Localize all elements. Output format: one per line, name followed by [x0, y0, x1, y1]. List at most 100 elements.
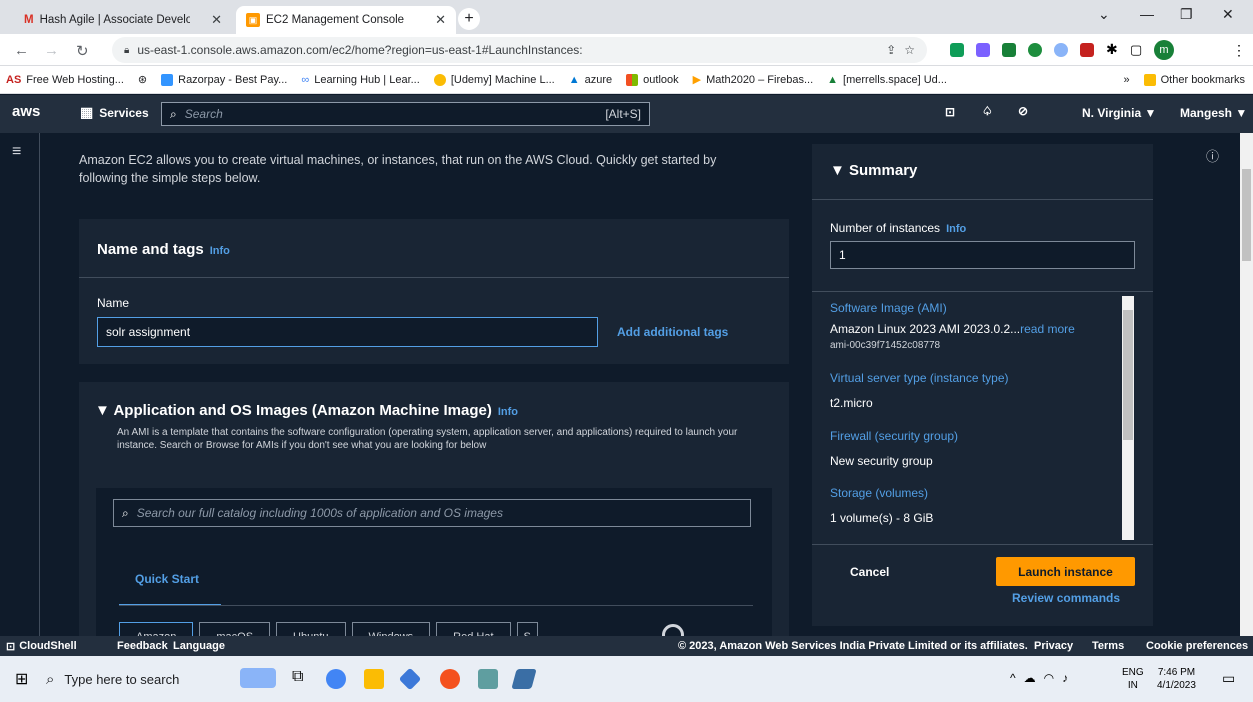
forward-icon[interactable]: → [44, 42, 59, 59]
cloudshell-icon[interactable]: ⊡ [945, 105, 955, 119]
taskbar-search[interactable]: ⌕ Type here to search [46, 663, 226, 695]
scrollbar-thumb[interactable] [1242, 169, 1251, 261]
bookmark[interactable]: ▲ azure [569, 74, 612, 86]
menu-icon[interactable]: ⋮ [1232, 42, 1246, 59]
ami-summary-label[interactable]: Software Image (AMI) [830, 301, 947, 315]
star-icon[interactable]: ☆ [904, 43, 915, 57]
weather-icon[interactable] [240, 668, 276, 688]
onedrive-icon[interactable]: ☁︎ [1024, 671, 1036, 685]
back-icon[interactable]: ← [14, 42, 29, 59]
info-link[interactable]: Info [498, 406, 518, 418]
summary-scrollbar[interactable] [1122, 296, 1134, 540]
app-icon[interactable] [398, 667, 422, 691]
system-tray: ^ ☁︎ ◠ ♪ [1010, 671, 1068, 685]
profile-avatar[interactable]: m [1154, 40, 1174, 60]
bookmark[interactable]: ▶ Math2020 – Firebas... [693, 73, 813, 87]
num-instances-input[interactable]: 1 [830, 241, 1135, 269]
hamburger-icon[interactable]: ≡ [12, 143, 21, 161]
bookmark[interactable]: AS Free Web Hosting... [6, 74, 124, 86]
bookmark[interactable]: outlook [626, 73, 679, 86]
name-input[interactable]: solr assignment [97, 317, 598, 347]
language-indicator[interactable]: ENG IN [1122, 666, 1144, 692]
other-bookmarks[interactable]: Other bookmarks [1143, 73, 1245, 86]
review-commands-link[interactable]: Review commands [1012, 591, 1120, 605]
feedback-link[interactable]: Feedback [117, 640, 168, 652]
clock[interactable]: 7:46 PM 4/1/2023 [1157, 666, 1196, 692]
os-tab-macos[interactable]: macOS [199, 622, 271, 636]
extension-icon[interactable] [1002, 43, 1016, 57]
cloudshell-link[interactable]: ⊡ CloudShell [6, 640, 77, 653]
tab-quick-start[interactable]: Quick Start [135, 572, 199, 586]
sidepanel-icon[interactable]: ▢ [1130, 42, 1142, 58]
grid-icon: ▦ [80, 104, 94, 120]
extension-icon[interactable] [1080, 43, 1094, 57]
tab-hash-agile[interactable]: M Hash Agile | Associate Developm ✕ [14, 6, 232, 34]
minimize-icon[interactable]: — [1140, 6, 1154, 22]
summary-header[interactable]: ▼ Summary [830, 162, 917, 179]
close-icon[interactable]: ✕ [435, 12, 446, 28]
volume-icon[interactable]: ♪ [1062, 671, 1068, 685]
os-tab-redhat[interactable]: Red Hat [436, 622, 511, 636]
terms-link[interactable]: Terms [1092, 640, 1124, 652]
instance-type-label[interactable]: Virtual server type (instance type) [830, 371, 1009, 385]
region-selector[interactable]: N. Virginia ▼ [1082, 106, 1156, 120]
os-tab-more[interactable]: S [516, 622, 538, 636]
help-icon[interactable]: ⊘ [1018, 104, 1028, 118]
chevron-up-icon[interactable]: ^ [1010, 671, 1016, 685]
reload-icon[interactable]: ↻ [76, 42, 89, 60]
scrollbar-thumb[interactable] [1123, 310, 1133, 440]
extension-icon[interactable] [976, 43, 990, 57]
tab-search-icon[interactable]: ⌄ [1098, 6, 1110, 23]
firewall-label[interactable]: Firewall (security group) [830, 429, 958, 443]
task-view-icon[interactable]: ⧉ [292, 668, 303, 686]
puzzle-icon[interactable]: ✱ [1106, 41, 1118, 58]
aws-search-input[interactable]: ⌕ Search [Alt+S] [161, 102, 650, 126]
extension-icon[interactable] [1028, 43, 1042, 57]
bookmark[interactable]: ⊛ [138, 73, 147, 86]
read-more-link[interactable]: read more [1020, 322, 1075, 336]
privacy-link[interactable]: Privacy [1034, 640, 1073, 652]
bookmark[interactable]: [Udemy] Machine L... [433, 73, 555, 86]
bookmark[interactable]: ▲ [merrells.space] Ud... [827, 74, 947, 86]
launch-instance-button[interactable]: Launch instance [996, 557, 1135, 586]
os-tab-windows[interactable]: Windows [351, 622, 431, 636]
storage-label[interactable]: Storage (volumes) [830, 486, 928, 500]
bookmark[interactable]: ∞ Learning Hub | Lear... [301, 74, 419, 86]
ami-summary-value: Amazon Linux 2023 AMI 2023.0.2...read mo… [830, 322, 1075, 336]
os-tab-amazon[interactable]: Amazon [119, 622, 194, 636]
close-icon[interactable]: ✕ [211, 12, 222, 28]
extension-icon[interactable] [1054, 43, 1068, 57]
tab-ec2-console[interactable]: ▣ EC2 Management Console ✕ [236, 6, 456, 34]
network-icon[interactable]: ◠ [1044, 671, 1054, 685]
windows-start-icon[interactable]: ⊞ [15, 669, 28, 689]
aws-logo[interactable]: aws [12, 103, 40, 120]
share-icon[interactable]: ⇪ [886, 43, 896, 57]
app-icon[interactable] [478, 669, 498, 689]
restore-icon[interactable]: ❐ [1180, 6, 1193, 23]
file-explorer-icon[interactable] [364, 669, 384, 689]
add-tags-link[interactable]: Add additional tags [617, 325, 728, 339]
app-icon[interactable] [511, 669, 537, 689]
os-tab-ubuntu[interactable]: Ubuntu [276, 622, 346, 636]
info-link[interactable]: Info [210, 245, 230, 257]
info-panel-icon[interactable]: ⓘ [1206, 146, 1219, 165]
language-link[interactable]: Language [173, 640, 225, 652]
app-icon[interactable] [440, 669, 460, 689]
ami-search-input[interactable]: ⌕ Search our full catalog including 1000… [113, 499, 751, 527]
new-tab-button[interactable]: + [458, 8, 480, 30]
url-field[interactable]: 🔒︎ us-east-1.console.aws.amazon.com/ec2/… [112, 37, 927, 63]
extension-icon[interactable] [950, 43, 964, 57]
window-close-icon[interactable]: ✕ [1222, 6, 1234, 23]
cancel-button[interactable]: Cancel [850, 565, 889, 579]
info-link[interactable]: Info [946, 223, 966, 235]
cookie-link[interactable]: Cookie preferences [1146, 640, 1248, 652]
user-menu[interactable]: Mangesh ▼ [1180, 106, 1247, 120]
bookmark[interactable]: Razorpay - Best Pay... [161, 73, 287, 86]
services-menu[interactable]: ▦ Services [80, 104, 149, 121]
chrome-icon[interactable] [326, 669, 346, 689]
more-bookmarks-button[interactable]: » [1124, 74, 1130, 86]
page-scrollbar[interactable] [1240, 133, 1253, 636]
divider [812, 544, 1153, 545]
bell-icon[interactable]: ♤ [982, 104, 993, 118]
notifications-icon[interactable]: ▭ [1222, 670, 1235, 687]
